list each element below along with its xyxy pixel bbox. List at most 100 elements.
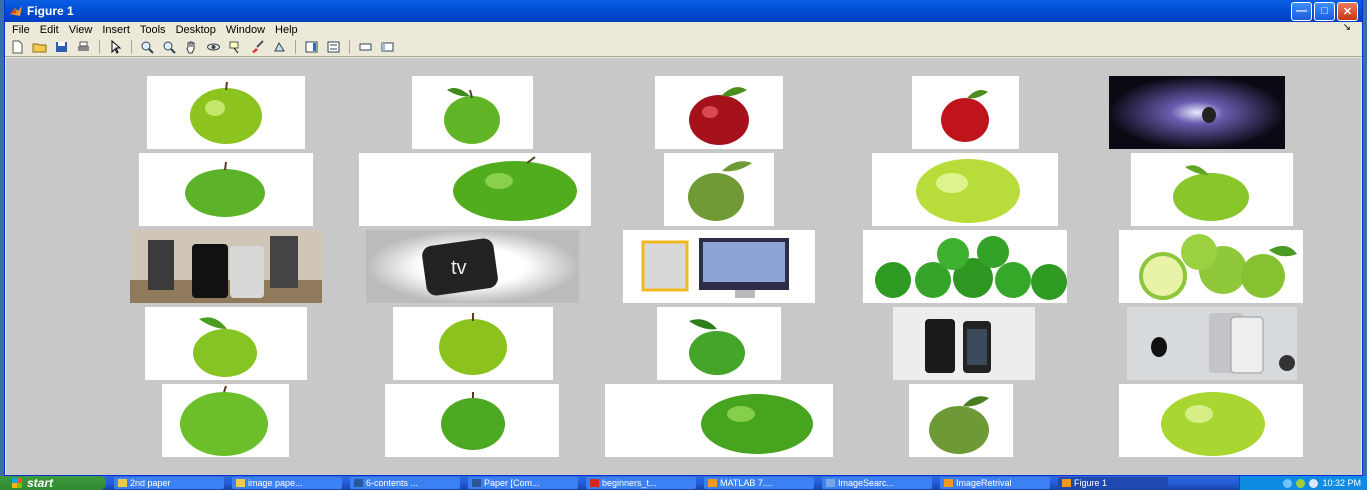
matlab-icon <box>944 479 953 487</box>
green-apple-image <box>190 81 262 144</box>
taskbar-item-active[interactable]: Figure 1 <box>1058 477 1168 489</box>
taskbar-item[interactable]: 6-contents ... <box>350 477 460 489</box>
taskbar-item-label: Figure 1 <box>1074 478 1108 488</box>
thumbnail-apple-pile <box>863 230 1067 303</box>
thumbnail-apple-halves <box>1119 230 1303 303</box>
taskbar-item[interactable]: MATLAB 7.... <box>704 477 814 489</box>
open-file-icon <box>32 43 47 52</box>
brush-button[interactable] <box>248 38 267 55</box>
imac-image <box>641 238 789 298</box>
colorbar-button[interactable] <box>302 38 321 55</box>
thumbnail-green-apple-leaf <box>1131 153 1293 226</box>
open-file-button[interactable] <box>30 38 49 55</box>
taskbar-item[interactable]: ImageRetrival <box>940 477 1050 489</box>
thumbnail-green-apple-leaf <box>909 384 1013 457</box>
close-button[interactable]: ✕ <box>1337 1 1358 21</box>
title-bar[interactable]: Figure 1 — □ ✕ <box>5 0 1362 22</box>
folder-icon <box>236 479 245 487</box>
matlab-icon <box>1062 479 1071 487</box>
rotate-3d-button[interactable] <box>204 38 223 55</box>
green-apple-leaf-image <box>688 161 752 221</box>
thumbnail-green-apple-leaf <box>145 307 307 380</box>
link-plot-button[interactable] <box>270 38 289 55</box>
brush-icon <box>252 39 264 53</box>
legend-icon <box>327 41 340 52</box>
network-icon[interactable] <box>1283 478 1293 488</box>
zoom-in-icon <box>141 41 154 54</box>
thumbnail-imac <box>623 230 815 303</box>
print-icon <box>78 41 89 51</box>
start-label: start <box>27 476 54 490</box>
menu-view[interactable]: View <box>64 24 98 36</box>
taskbar-item-label: ImageRetrival <box>956 478 1012 488</box>
legend-button[interactable] <box>324 38 343 55</box>
menu-tools[interactable]: Tools <box>135 24 171 36</box>
taskbar-item[interactable]: beginners_t... <box>586 477 696 489</box>
edit-plot-arrow-icon <box>111 39 122 54</box>
show-plot-tools-button[interactable] <box>378 38 397 55</box>
toolbar-separator <box>131 39 132 54</box>
save-button[interactable] <box>52 38 71 55</box>
menu-window[interactable]: Window <box>221 24 270 36</box>
menu-edit[interactable]: Edit <box>35 24 64 36</box>
taskbar-item-label: beginners_t... <box>602 478 657 488</box>
taskbar-item[interactable]: ImageSearc... <box>822 477 932 489</box>
menu-desktop[interactable]: Desktop <box>171 24 221 36</box>
green-apple-image <box>916 159 1020 223</box>
thumbnail-apple-logo-dark <box>1109 76 1285 149</box>
word-doc-icon <box>472 479 481 487</box>
pdf-icon <box>590 479 599 487</box>
thumbnail-green-apple <box>872 153 1058 226</box>
start-button[interactable]: start <box>0 476 106 490</box>
taskbar-item-label: ImageSearc... <box>838 478 895 488</box>
zoom-in-button[interactable] <box>138 38 157 55</box>
menu-file[interactable]: File <box>7 24 35 36</box>
thumbnail-green-apple <box>1119 384 1303 457</box>
taskbar-item[interactable]: 2nd paper <box>114 477 224 489</box>
thumbnail-iphone-apple-logo <box>1127 307 1297 380</box>
edit-plot-button[interactable] <box>106 38 125 55</box>
apple-tv-image: tv <box>366 230 579 303</box>
taskbar-item-label: MATLAB 7.... <box>720 478 773 488</box>
data-cursor-icon <box>229 41 239 53</box>
taskbar-item[interactable]: Paper [Com... <box>468 477 578 489</box>
taskbar-item-label: image pape... <box>248 478 303 488</box>
pan-button[interactable] <box>182 38 201 55</box>
toolbar-separator <box>99 39 100 54</box>
green-apple-leaf-image <box>193 317 257 377</box>
taskbar-item-label: 6-contents ... <box>366 478 419 488</box>
thumbnail-green-apple <box>385 384 559 457</box>
red-apple-image <box>941 90 989 142</box>
green-apple-image <box>180 385 268 456</box>
thumbnail-green-apple <box>359 153 591 226</box>
maximize-button[interactable]: □ <box>1314 1 1335 21</box>
hide-plot-tools-button[interactable] <box>356 38 375 55</box>
new-figure-button[interactable] <box>8 38 27 55</box>
menu-insert[interactable]: Insert <box>97 24 135 36</box>
thumbnail-green-apple-leaf <box>664 153 774 226</box>
taskbar-item[interactable]: image pape... <box>232 477 342 489</box>
green-apple-leaf-image <box>1173 165 1249 221</box>
menu-help[interactable]: Help <box>270 24 303 36</box>
window-title: Figure 1 <box>27 4 74 18</box>
thumbnail-apple-tv: tv <box>366 230 579 303</box>
figure-canvas[interactable]: tv <box>6 58 1361 475</box>
close-icon: ✕ <box>1342 5 1353 18</box>
system-tray: 10:32 PM <box>1239 476 1367 490</box>
security-icon[interactable] <box>1296 478 1306 488</box>
dock-figure-icon[interactable]: ↘ <box>1338 22 1356 33</box>
iphone-apple-logo-image <box>1151 313 1295 374</box>
minimize-icon: — <box>1296 5 1307 17</box>
print-button[interactable] <box>74 38 93 55</box>
data-cursor-button[interactable] <box>226 38 245 55</box>
zoom-out-button[interactable] <box>160 38 179 55</box>
apple-tv-label: tv <box>451 257 467 279</box>
apple-pile-image <box>875 236 1067 300</box>
folder-icon <box>118 479 127 487</box>
volume-icon[interactable] <box>1309 478 1319 488</box>
pan-hand-icon <box>186 41 195 53</box>
toolbar-separator <box>349 39 350 54</box>
minimize-button[interactable]: — <box>1291 1 1312 21</box>
thumbnail-red-apple <box>655 76 783 149</box>
menu-bar: File Edit View Insert Tools Desktop Wind… <box>5 22 1362 37</box>
